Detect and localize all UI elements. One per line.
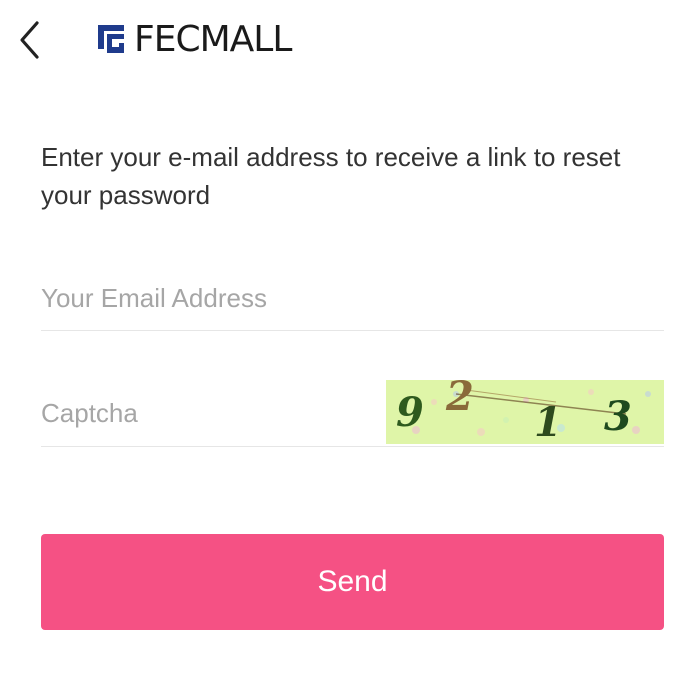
chevron-left-icon [20,21,39,59]
captcha-digit: 1 [534,399,562,444]
captcha-image[interactable]: 9 2 1 3 [386,380,664,444]
email-input[interactable] [41,270,641,326]
captcha-digit: 2 [445,380,474,420]
email-field-row [41,270,664,331]
logo[interactable]: FECMALL [94,19,292,60]
captcha-digit: 9 [396,389,424,436]
back-button[interactable] [10,18,50,62]
fecmall-logo-icon [98,25,124,53]
header: FECMALL [0,0,687,80]
logo-text: FECMALL [134,19,292,60]
instruction-text: Enter your e-mail address to receive a l… [41,142,621,210]
captcha-digit: 3 [604,393,632,440]
captcha-field-row: 9 2 1 3 [41,380,664,447]
captcha-input[interactable] [41,380,381,446]
send-button[interactable]: Send [41,534,664,630]
